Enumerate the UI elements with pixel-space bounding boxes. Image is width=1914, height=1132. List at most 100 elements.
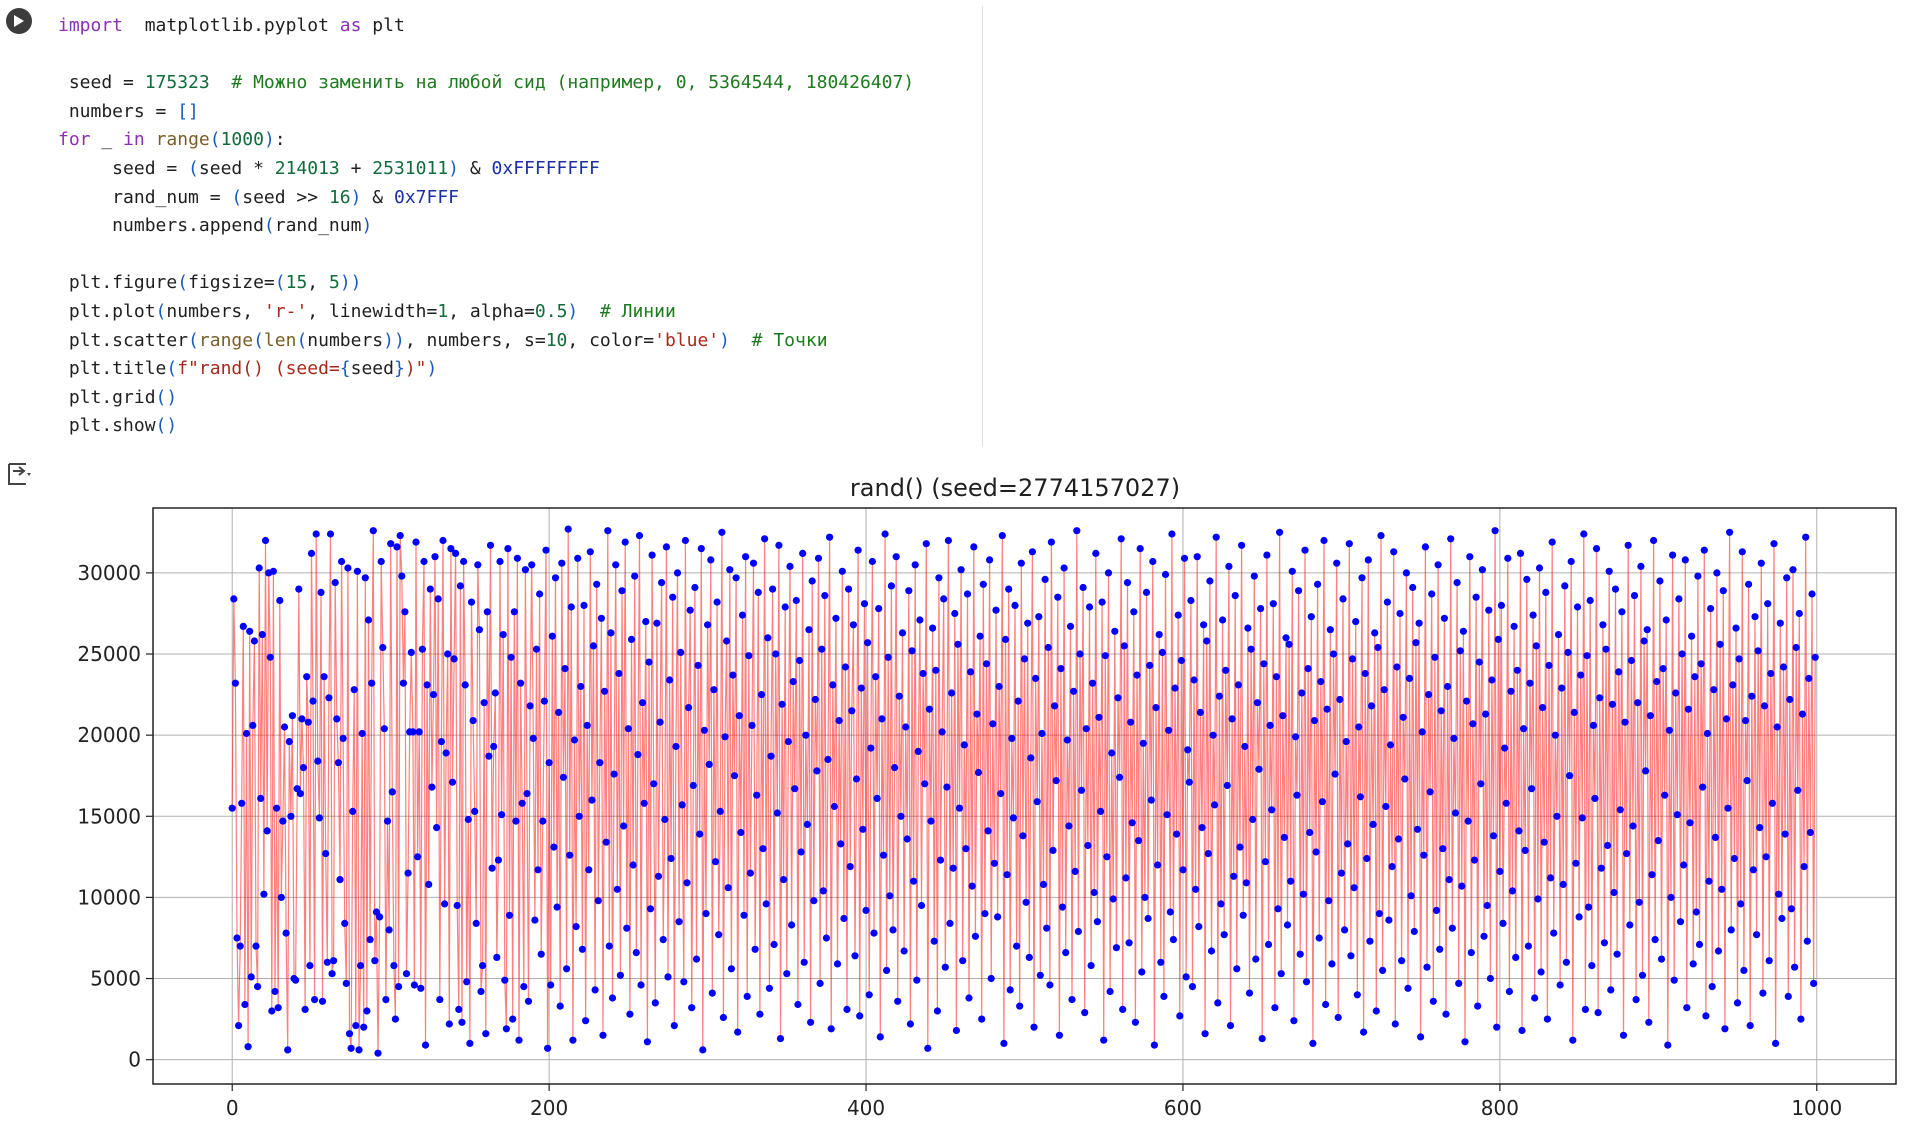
data-point <box>1753 931 1761 939</box>
data-point <box>355 1046 363 1054</box>
data-point <box>1518 1026 1526 1035</box>
data-point <box>748 721 756 730</box>
data-point <box>301 1005 309 1014</box>
data-point <box>857 684 865 692</box>
data-point <box>1714 947 1723 955</box>
data-point <box>1556 981 1564 989</box>
data-point <box>1626 921 1634 929</box>
data-point <box>982 660 991 668</box>
data-point <box>1263 551 1271 559</box>
data-point <box>307 549 316 558</box>
data-point <box>677 648 685 657</box>
data-point <box>1507 687 1515 695</box>
data-point <box>1634 699 1642 707</box>
data-point <box>1608 700 1616 708</box>
data-point <box>371 957 379 965</box>
data-point <box>483 608 491 616</box>
data-point <box>597 614 606 622</box>
data-point <box>643 1038 652 1046</box>
data-point <box>1401 775 1409 783</box>
data-point <box>922 540 930 548</box>
data-point <box>933 1007 942 1015</box>
data-point <box>707 556 715 564</box>
data-point <box>607 629 615 637</box>
data-point <box>1177 656 1185 665</box>
data-point <box>1260 660 1268 668</box>
data-point <box>772 650 780 658</box>
data-point <box>1781 830 1789 838</box>
data-point <box>1345 540 1353 548</box>
data-point <box>873 794 881 803</box>
data-point <box>762 900 770 908</box>
data-point <box>399 679 407 687</box>
data-point <box>1041 575 1049 584</box>
data-point <box>1420 851 1428 859</box>
data-point <box>445 1020 453 1028</box>
data-point <box>1290 1017 1298 1025</box>
data-point <box>1417 1033 1425 1041</box>
data-point <box>1347 952 1355 960</box>
data-point <box>260 890 268 898</box>
data-point <box>505 911 514 919</box>
data-point <box>1472 593 1480 601</box>
data-point <box>563 965 571 973</box>
data-point <box>1586 596 1594 605</box>
data-point <box>1800 863 1808 871</box>
data-point <box>1318 798 1326 806</box>
data-point <box>1703 729 1711 738</box>
data-point <box>1578 814 1586 822</box>
data-point <box>848 707 856 715</box>
data-point <box>1279 712 1287 720</box>
data-point <box>1266 721 1274 730</box>
data-point <box>1425 691 1433 699</box>
data-point <box>864 639 872 647</box>
data-point <box>273 804 281 812</box>
data-point <box>1231 592 1239 600</box>
data-point <box>955 804 964 812</box>
data-point <box>605 942 613 950</box>
data-point <box>1651 936 1659 944</box>
data-point <box>577 682 585 691</box>
data-point <box>1146 661 1154 670</box>
data-point <box>1604 841 1612 850</box>
data-point <box>1272 673 1280 681</box>
data-point <box>1508 887 1517 895</box>
data-point <box>475 626 483 634</box>
data-point <box>485 752 493 760</box>
data-point <box>911 561 919 569</box>
data-point <box>819 887 827 895</box>
data-point <box>1092 549 1100 558</box>
data-point <box>1570 708 1578 717</box>
data-point <box>1707 605 1715 613</box>
data-point <box>1291 733 1300 741</box>
data-point <box>1791 963 1799 971</box>
data-point <box>685 704 693 712</box>
data-point <box>846 863 854 871</box>
data-point <box>231 679 239 687</box>
data-point <box>1702 1012 1710 1020</box>
data-point <box>311 996 319 1004</box>
data-point <box>559 773 568 781</box>
data-point <box>428 783 436 791</box>
data-point <box>1501 744 1509 752</box>
data-point <box>1187 596 1195 605</box>
data-point <box>1315 934 1323 942</box>
data-point <box>255 564 263 572</box>
chart-title: rand() (seed=2774157027) <box>850 474 1180 502</box>
data-point <box>521 566 530 574</box>
data-point <box>718 528 726 536</box>
data-point <box>429 691 438 699</box>
data-point <box>751 945 759 953</box>
data-point <box>645 658 653 666</box>
data-point <box>1147 796 1155 804</box>
data-point <box>1615 668 1623 676</box>
data-point <box>379 643 387 652</box>
data-point <box>639 699 647 707</box>
data-point <box>830 802 839 811</box>
data-point <box>604 527 612 535</box>
data-point <box>258 631 266 639</box>
data-point <box>610 770 618 778</box>
data-point <box>1482 710 1490 718</box>
data-point <box>377 557 385 566</box>
data-point <box>1377 532 1385 540</box>
